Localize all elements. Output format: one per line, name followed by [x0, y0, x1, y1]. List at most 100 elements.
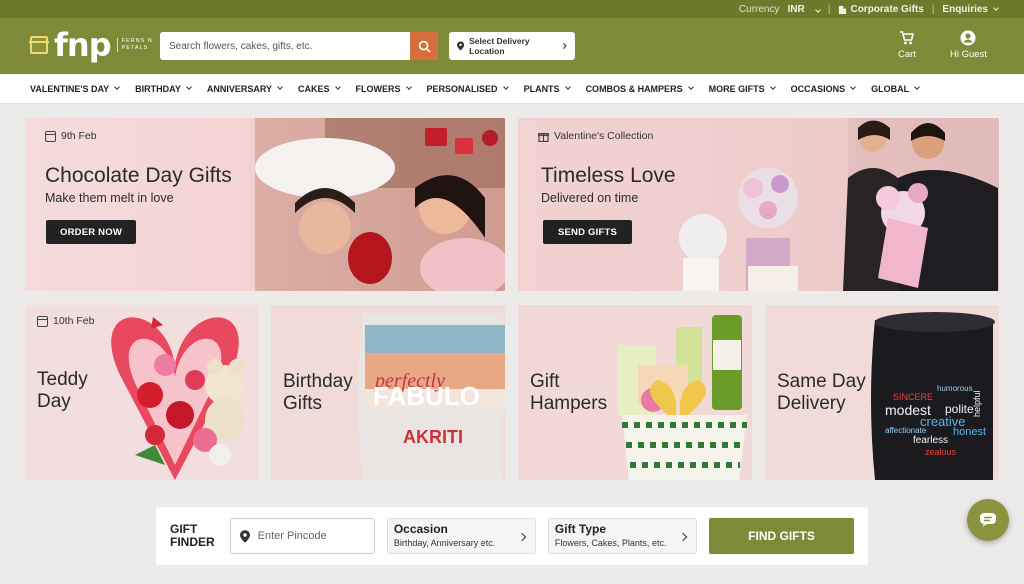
chevron-down-icon [564, 84, 571, 90]
gift-finder-label: GIFT FINDER [170, 523, 218, 549]
order-now-button[interactable]: ORDER NOW [46, 220, 136, 244]
nav-item-valentines-day[interactable]: VALENTINE'S DAY [30, 83, 120, 94]
location-pin-icon [239, 529, 250, 543]
chevron-down-icon [405, 84, 412, 90]
date-chip: 10th Feb [37, 315, 94, 327]
tile-title-line2: Day [37, 391, 71, 412]
gift-type-title: Gift Type [554, 522, 607, 536]
nav-item-anniversary[interactable]: ANNIVERSARY [207, 84, 283, 94]
mug-word: humorous [937, 384, 973, 393]
gift-type-select[interactable]: Gift Type Flowers, Cakes, Plants, etc. [547, 518, 697, 554]
banner-subtitle: Make them melt in love [45, 191, 174, 205]
nav-label: VALENTINE'S DAY [30, 83, 110, 94]
chevron-down-icon [815, 6, 821, 13]
cart-icon [899, 31, 914, 45]
teddy-day-tile[interactable]: 10th Feb Teddy Day [25, 305, 259, 480]
chevron-right-icon [562, 42, 567, 50]
gift-type-subtitle: Flowers, Cakes, Plants, etc. [554, 538, 667, 548]
chevron-down-icon [993, 4, 999, 11]
chocolate-day-banner[interactable]: 9th Feb Chocolate Day Gifts Make them me… [25, 118, 505, 291]
occasion-title: Occasion [393, 522, 448, 536]
chevron-down-icon [114, 84, 120, 90]
pillow-name: AKRITI [403, 427, 463, 447]
gift-finder: GIFT FINDER Occasion Birthday, Anniversa… [156, 507, 868, 565]
main-header: fnp FERNS N PETALS Select Delivery Locat… [0, 18, 1024, 74]
delivery-location-button[interactable]: Select Delivery Location [449, 32, 575, 60]
corporate-gifts-label: Corporate Gifts [850, 3, 924, 15]
corporate-gifts-link[interactable]: Corporate Gifts [838, 3, 924, 15]
tile-title-line2: Delivery [777, 393, 846, 414]
valentines-collection-banner[interactable]: Valentine's Collection Timeless Love Del… [518, 118, 999, 291]
collection-label: Valentine's Collection [554, 130, 654, 142]
logo-tagline: FERNS N PETALS [116, 38, 157, 52]
divider: | [827, 3, 831, 15]
chevron-down-icon [914, 84, 920, 90]
chat-icon [980, 513, 996, 527]
tile-title-line2: Hampers [530, 393, 608, 414]
mug-word: zealous [925, 447, 957, 457]
nav-item-combos-hampers[interactable]: COMBOS & HAMPERS [586, 84, 694, 94]
nav-label: MORE GIFTS [708, 83, 765, 94]
find-gifts-button[interactable]: FIND GIFTS [708, 518, 854, 554]
nav-item-global[interactable]: GLOBAL [871, 84, 920, 94]
birthday-gifts-tile[interactable]: perfectly FABULO AKRITI Birthday Gifts [271, 305, 505, 480]
top-utility-bar: Currency INR | Corporate Gifts | Enquiri… [0, 0, 1024, 18]
nav-label: FLOWERS [355, 83, 401, 94]
search-input[interactable] [160, 32, 410, 60]
nav-item-birthday[interactable]: BIRTHDAY [135, 84, 192, 94]
gift-icon [538, 132, 549, 142]
calendar-icon [37, 315, 48, 327]
gift-hampers-tile[interactable]: Gift Hampers [518, 305, 752, 480]
pillow-text: FABULO [373, 381, 480, 411]
currency-selector[interactable]: INR [787, 3, 821, 15]
enquiries-label: Enquiries [942, 3, 988, 15]
send-gifts-button[interactable]: SEND GIFTS [543, 220, 632, 244]
chevron-down-icon [850, 84, 856, 90]
category-nav: VALENTINE'S DAY BIRTHDAY ANNIVERSARY CAK… [0, 74, 1024, 104]
occasion-subtitle: Birthday, Anniversary etc. [393, 538, 496, 548]
divider: | [931, 3, 935, 15]
mug-word: SINCERE [893, 392, 933, 402]
banner-subtitle: Delivered on time [541, 191, 639, 205]
currency-value: INR [787, 3, 805, 15]
delivery-location-label: Select Delivery Location [469, 36, 530, 56]
nav-item-personalised[interactable]: PERSONALISED [427, 84, 509, 94]
pincode-field [229, 518, 375, 554]
nav-item-plants[interactable]: PLANTS [524, 84, 571, 94]
banner-title: Timeless Love [541, 164, 676, 187]
chevron-down-icon [687, 84, 694, 90]
nav-item-flowers[interactable]: FLOWERS [355, 83, 412, 94]
gift-finder-label-line2: FINDER [170, 535, 215, 549]
calendar-icon [45, 130, 56, 142]
search-button[interactable] [410, 32, 438, 60]
nav-item-more-gifts[interactable]: MORE GIFTS [708, 83, 776, 94]
search-bar [160, 32, 438, 60]
currency-label: Currency [738, 3, 780, 15]
chevron-down-icon [186, 84, 192, 90]
mug-word: fearless [913, 435, 948, 446]
building-icon [839, 5, 847, 14]
account-label: Hi Guest [950, 49, 987, 60]
tile-title-line1: Same Day [777, 371, 866, 392]
chat-button[interactable] [967, 499, 1009, 541]
cart-label: Cart [898, 49, 916, 60]
tile-title-line1: Birthday [283, 371, 353, 392]
location-pin-icon [457, 41, 465, 51]
chevron-down-icon [334, 84, 341, 90]
nav-label: OCCASIONS [790, 83, 846, 94]
cart-button[interactable]: Cart [898, 30, 916, 60]
pincode-input[interactable] [257, 530, 358, 542]
banner-title: Chocolate Day Gifts [45, 164, 232, 187]
nav-item-occasions[interactable]: OCCASIONS [791, 84, 856, 94]
occasion-select[interactable]: Occasion Birthday, Anniversary etc. [386, 518, 536, 554]
mug-word: affectionate [885, 426, 927, 435]
chevron-down-icon [769, 84, 776, 90]
date-chip: 9th Feb [45, 130, 97, 142]
enquiries-menu[interactable]: Enquiries [942, 3, 999, 15]
fnp-logo[interactable]: fnp FERNS N PETALS [29, 26, 157, 64]
logo-wordmark: fnp [54, 26, 112, 64]
nav-item-cakes[interactable]: CAKES [298, 84, 341, 94]
same-day-delivery-tile[interactable]: SINCERE humorous modest polite creative … [765, 305, 999, 480]
mug-word: helpful [972, 390, 982, 417]
account-button[interactable]: Hi Guest [950, 30, 987, 60]
